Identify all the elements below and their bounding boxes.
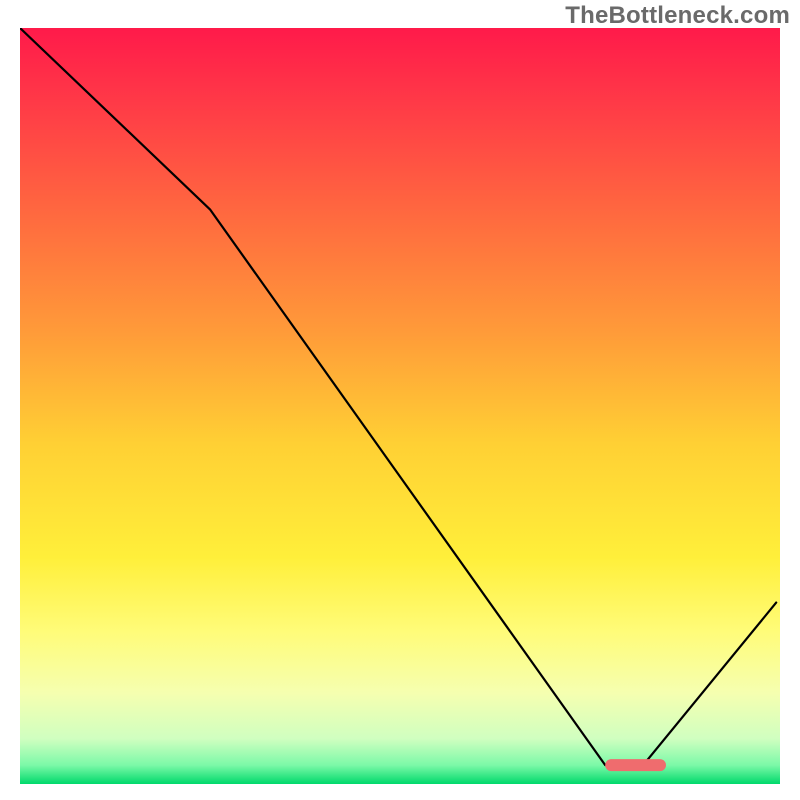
chart-plot-area bbox=[20, 28, 780, 784]
chart-svg bbox=[20, 28, 780, 784]
chart-background-gradient bbox=[20, 28, 780, 784]
chart-marker-segment bbox=[605, 759, 666, 771]
watermark-text: TheBottleneck.com bbox=[565, 2, 790, 30]
chart-stage: TheBottleneck.com bbox=[0, 0, 800, 800]
